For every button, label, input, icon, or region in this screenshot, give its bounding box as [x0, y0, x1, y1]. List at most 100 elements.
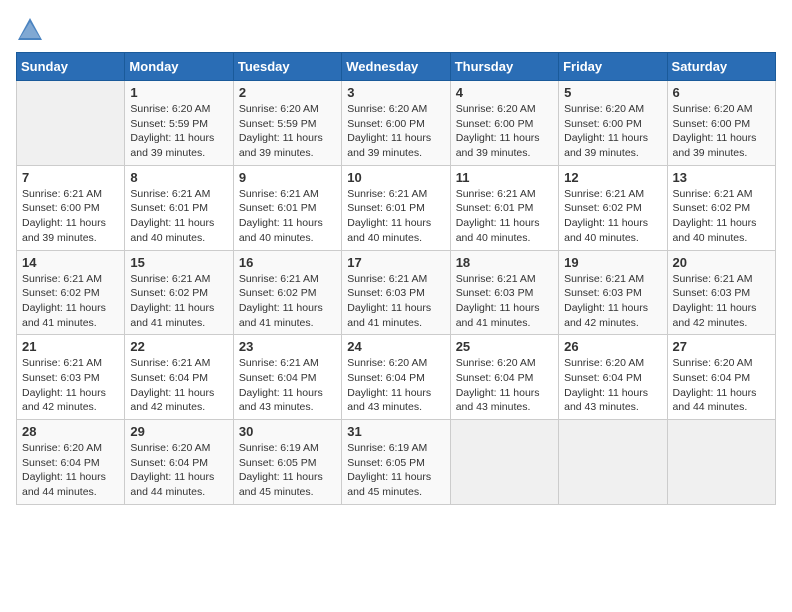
day-number: 22 — [130, 339, 227, 354]
header — [16, 16, 776, 44]
day-info: Sunrise: 6:20 AMSunset: 6:04 PMDaylight:… — [673, 356, 770, 415]
calendar-week-row: 1 Sunrise: 6:20 AMSunset: 5:59 PMDaylight… — [17, 81, 776, 166]
day-info: Sunrise: 6:21 AMSunset: 6:03 PMDaylight:… — [22, 356, 119, 415]
calendar-cell: 29 Sunrise: 6:20 AMSunset: 6:04 PMDayligh… — [125, 420, 233, 505]
day-header-monday: Monday — [125, 53, 233, 81]
calendar-cell: 10Sunrise: 6:21 AMSunset: 6:01 PMDayligh… — [342, 165, 450, 250]
calendar-cell: 2Sunrise: 6:20 AMSunset: 5:59 PMDaylight… — [233, 81, 341, 166]
day-number: 8 — [130, 170, 227, 185]
calendar-cell: 31 Sunrise: 6:19 AMSunset: 6:05 PMDayligh… — [342, 420, 450, 505]
day-number: 6 — [673, 85, 770, 100]
day-info: Sunrise: 6:21 AMSunset: 6:01 PMDaylight:… — [130, 187, 227, 246]
day-number: 20 — [673, 255, 770, 270]
day-info: Sunrise: 6:21 AMSunset: 6:01 PMDaylight:… — [347, 187, 444, 246]
day-header-tuesday: Tuesday — [233, 53, 341, 81]
calendar-cell: 14Sunrise: 6:21 AMSunset: 6:02 PMDayligh… — [17, 250, 125, 335]
day-number: 16 — [239, 255, 336, 270]
day-header-sunday: Sunday — [17, 53, 125, 81]
calendar-cell: 27 Sunrise: 6:20 AMSunset: 6:04 PMDayligh… — [667, 335, 775, 420]
day-number: 2 — [239, 85, 336, 100]
day-info: Sunrise: 6:20 AMSunset: 6:04 PMDaylight:… — [564, 356, 661, 415]
day-info: Sunrise: 6:21 AMSunset: 6:04 PMDaylight:… — [130, 356, 227, 415]
calendar-cell: 30 Sunrise: 6:19 AMSunset: 6:05 PMDayligh… — [233, 420, 341, 505]
day-number: 30 — [239, 424, 336, 439]
calendar-table: SundayMondayTuesdayWednesdayThursdayFrid… — [16, 52, 776, 505]
day-header-wednesday: Wednesday — [342, 53, 450, 81]
calendar-cell: 22 Sunrise: 6:21 AMSunset: 6:04 PMDayligh… — [125, 335, 233, 420]
day-number: 23 — [239, 339, 336, 354]
day-info: Sunrise: 6:21 AMSunset: 6:01 PMDaylight:… — [456, 187, 553, 246]
day-number: 7 — [22, 170, 119, 185]
calendar-cell: 24 Sunrise: 6:20 AMSunset: 6:04 PMDayligh… — [342, 335, 450, 420]
day-info: Sunrise: 6:20 AMSunset: 6:04 PMDaylight:… — [456, 356, 553, 415]
day-number: 24 — [347, 339, 444, 354]
day-number: 27 — [673, 339, 770, 354]
day-info: Sunrise: 6:21 AMSunset: 6:02 PMDaylight:… — [673, 187, 770, 246]
day-info: Sunrise: 6:20 AMSunset: 5:59 PMDaylight:… — [130, 102, 227, 161]
day-info: Sunrise: 6:21 AMSunset: 6:03 PMDaylight:… — [673, 272, 770, 331]
day-info: Sunrise: 6:20 AMSunset: 6:00 PMDaylight:… — [456, 102, 553, 161]
logo-icon — [16, 16, 44, 44]
calendar-week-row: 28 Sunrise: 6:20 AMSunset: 6:04 PMDayligh… — [17, 420, 776, 505]
calendar-cell: 13 Sunrise: 6:21 AMSunset: 6:02 PMDayligh… — [667, 165, 775, 250]
day-info: Sunrise: 6:20 AMSunset: 6:00 PMDaylight:… — [673, 102, 770, 161]
day-number: 1 — [130, 85, 227, 100]
calendar-cell: 26Sunrise: 6:20 AMSunset: 6:04 PMDayligh… — [559, 335, 667, 420]
day-number: 21 — [22, 339, 119, 354]
calendar-cell: 11 Sunrise: 6:21 AMSunset: 6:01 PMDayligh… — [450, 165, 558, 250]
day-number: 28 — [22, 424, 119, 439]
day-info: Sunrise: 6:21 AMSunset: 6:00 PMDaylight:… — [22, 187, 119, 246]
calendar-cell: 12 Sunrise: 6:21 AMSunset: 6:02 PMDayligh… — [559, 165, 667, 250]
day-info: Sunrise: 6:19 AMSunset: 6:05 PMDaylight:… — [239, 441, 336, 500]
calendar-cell: 1 Sunrise: 6:20 AMSunset: 5:59 PMDaylight… — [125, 81, 233, 166]
calendar-cell — [559, 420, 667, 505]
day-number: 29 — [130, 424, 227, 439]
calendar-cell: 18 Sunrise: 6:21 AMSunset: 6:03 PMDayligh… — [450, 250, 558, 335]
calendar-cell: 8 Sunrise: 6:21 AMSunset: 6:01 PMDaylight… — [125, 165, 233, 250]
calendar-cell: 17Sunrise: 6:21 AMSunset: 6:03 PMDayligh… — [342, 250, 450, 335]
day-info: Sunrise: 6:21 AMSunset: 6:03 PMDaylight:… — [456, 272, 553, 331]
day-info: Sunrise: 6:20 AMSunset: 6:04 PMDaylight:… — [130, 441, 227, 500]
calendar-cell: 21 Sunrise: 6:21 AMSunset: 6:03 PMDayligh… — [17, 335, 125, 420]
day-header-thursday: Thursday — [450, 53, 558, 81]
day-info: Sunrise: 6:21 AMSunset: 6:01 PMDaylight:… — [239, 187, 336, 246]
calendar-cell — [17, 81, 125, 166]
calendar-week-row: 21 Sunrise: 6:21 AMSunset: 6:03 PMDayligh… — [17, 335, 776, 420]
day-info: Sunrise: 6:19 AMSunset: 6:05 PMDaylight:… — [347, 441, 444, 500]
day-info: Sunrise: 6:21 AMSunset: 6:03 PMDaylight:… — [347, 272, 444, 331]
day-info: Sunrise: 6:21 AMSunset: 6:02 PMDaylight:… — [239, 272, 336, 331]
calendar-cell: 5 Sunrise: 6:20 AMSunset: 6:00 PMDaylight… — [559, 81, 667, 166]
day-number: 4 — [456, 85, 553, 100]
calendar-cell: 6 Sunrise: 6:20 AMSunset: 6:00 PMDaylight… — [667, 81, 775, 166]
day-number: 31 — [347, 424, 444, 439]
day-number: 5 — [564, 85, 661, 100]
calendar-cell: 7 Sunrise: 6:21 AMSunset: 6:00 PMDaylight… — [17, 165, 125, 250]
day-number: 25 — [456, 339, 553, 354]
day-info: Sunrise: 6:20 AMSunset: 6:00 PMDaylight:… — [564, 102, 661, 161]
day-number: 11 — [456, 170, 553, 185]
calendar-cell — [450, 420, 558, 505]
calendar-cell: 15 Sunrise: 6:21 AMSunset: 6:02 PMDayligh… — [125, 250, 233, 335]
day-info: Sunrise: 6:21 AMSunset: 6:04 PMDaylight:… — [239, 356, 336, 415]
day-number: 3 — [347, 85, 444, 100]
day-number: 13 — [673, 170, 770, 185]
calendar-cell: 3 Sunrise: 6:20 AMSunset: 6:00 PMDaylight… — [342, 81, 450, 166]
day-number: 9 — [239, 170, 336, 185]
day-info: Sunrise: 6:20 AMSunset: 6:04 PMDaylight:… — [347, 356, 444, 415]
calendar-cell: 28Sunrise: 6:20 AMSunset: 6:04 PMDayligh… — [17, 420, 125, 505]
calendar-cell: 16 Sunrise: 6:21 AMSunset: 6:02 PMDayligh… — [233, 250, 341, 335]
day-header-friday: Friday — [559, 53, 667, 81]
day-header-saturday: Saturday — [667, 53, 775, 81]
day-number: 18 — [456, 255, 553, 270]
calendar-cell — [667, 420, 775, 505]
day-info: Sunrise: 6:20 AMSunset: 6:00 PMDaylight:… — [347, 102, 444, 161]
day-info: Sunrise: 6:21 AMSunset: 6:02 PMDaylight:… — [564, 187, 661, 246]
day-number: 15 — [130, 255, 227, 270]
calendar-week-row: 7 Sunrise: 6:21 AMSunset: 6:00 PMDaylight… — [17, 165, 776, 250]
calendar-cell: 20 Sunrise: 6:21 AMSunset: 6:03 PMDayligh… — [667, 250, 775, 335]
day-info: Sunrise: 6:21 AMSunset: 6:02 PMDaylight:… — [130, 272, 227, 331]
day-number: 12 — [564, 170, 661, 185]
day-number: 14 — [22, 255, 119, 270]
calendar-cell: 25 Sunrise: 6:20 AMSunset: 6:04 PMDayligh… — [450, 335, 558, 420]
calendar-week-row: 14 Sunrise: 6:21 AMSunset: 6:02 PMDayligh… — [17, 250, 776, 335]
